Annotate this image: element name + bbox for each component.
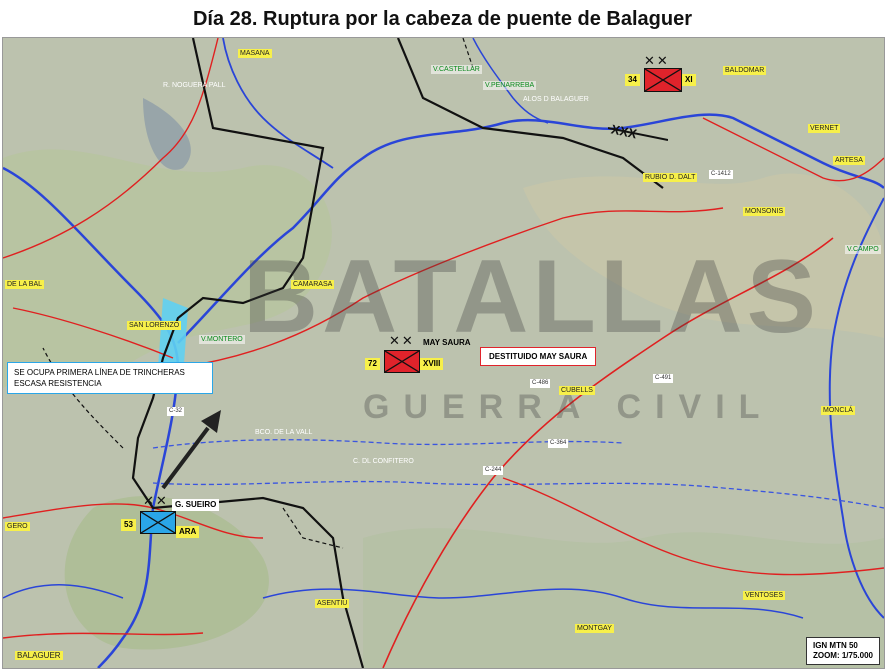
watermark-title: BATALLAS xyxy=(243,239,820,355)
place-artesa: ARTESA xyxy=(833,156,865,165)
place-ventoses: VENTOSES xyxy=(743,591,785,600)
place-campo: V.CAMPO xyxy=(845,245,881,254)
scale-zoom: ZOOM: 1/75.000 xyxy=(812,651,873,660)
road-c32: C-32 xyxy=(167,407,185,416)
unit-xi-symbol[interactable] xyxy=(644,68,682,92)
river-alos-label: ALOS D BALAGUER xyxy=(523,96,589,103)
unit-xviii-commander: MAY SAURA xyxy=(423,338,471,347)
place-de-la-bal: DE LA BAL xyxy=(5,280,45,289)
place-baldomar: BALDOMAR xyxy=(723,66,767,75)
page-title: Día 28. Ruptura por la cabeza de puente … xyxy=(192,8,693,30)
scale-source: IGN MTN 50 xyxy=(812,641,858,650)
unit-ara-commander: G. SUEIRO xyxy=(172,499,220,511)
unit-xviii-number: 72 xyxy=(365,358,380,370)
road-c486: C-486 xyxy=(530,379,551,388)
road-c244: C-244 xyxy=(483,466,504,475)
unit-xviii-division-mark: ✕✕ xyxy=(389,334,415,349)
unit-ara-symbol[interactable] xyxy=(140,511,176,534)
unit-xi-division-mark: ✕✕ xyxy=(644,54,670,69)
place-camarasa: CAMARASA xyxy=(291,280,335,289)
unit-xi-corps: XI xyxy=(682,74,696,86)
unit-ara-corps: ARA xyxy=(176,526,200,538)
note-trenches: SE OCUPA PRIMERA LÍNEA DE TRINCHERAS ESC… xyxy=(7,362,213,394)
note-trenches-line2: ESCASA RESISTENCIA xyxy=(14,379,102,388)
place-castellar: V.CASTELLAR xyxy=(431,65,482,74)
unit-xi-cross xyxy=(645,69,681,91)
place-masana: MASANA xyxy=(238,49,272,58)
unit-xviii-corps: XVIII xyxy=(420,358,444,370)
place-monsonis: MONSONIS xyxy=(743,207,786,216)
place-rubio-dalt: RUBIO D. DALT xyxy=(643,173,698,182)
place-balaguer: BALAGUER xyxy=(15,651,63,660)
place-asentiu: ASENTIU xyxy=(315,599,350,608)
road-c364: C-364 xyxy=(548,439,569,448)
place-cubells: CUBELLS xyxy=(559,386,595,395)
unit-xviii-cross xyxy=(385,351,419,372)
river-confitero-label: C. DL CONFITERO xyxy=(353,458,414,465)
place-vernet: VERNET xyxy=(808,124,841,133)
scale-box: IGN MTN 50 ZOOM: 1/75.000 xyxy=(805,637,880,665)
unit-ara-cross xyxy=(141,512,175,533)
road-c491: C-491 xyxy=(653,374,674,383)
note-trenches-line1: SE OCUPA PRIMERA LÍNEA DE TRINCHERAS xyxy=(14,368,185,377)
unit-xviii-symbol[interactable] xyxy=(384,350,420,373)
place-penarreba: V.PENARREBA xyxy=(483,81,537,90)
road-c1412: C-1412 xyxy=(709,170,733,179)
place-montero: V.MONTERO xyxy=(199,335,245,344)
unit-ara-number: 53 xyxy=(121,519,136,531)
river-noguera-label: R. NOGUERA PALL xyxy=(163,82,226,89)
place-gero: GERO xyxy=(5,522,30,531)
river-bco-vall-label: BCO. DE LA VALL xyxy=(255,429,313,436)
unit-xi-number: 34 xyxy=(625,74,640,86)
note-dismissed: DESTITUIDO MAY SAURA xyxy=(480,347,597,366)
place-montgay: MONTGAY xyxy=(575,624,614,633)
map-area[interactable]: BATALLAS GUERRA CIVIL MASANA BALDOMAR VE… xyxy=(2,37,885,669)
place-san-lorenzo: SAN LORENZO xyxy=(127,321,182,330)
unit-ara-division-mark: ✕✕ xyxy=(143,494,169,509)
place-moncla: MONCLÁ xyxy=(821,406,855,415)
